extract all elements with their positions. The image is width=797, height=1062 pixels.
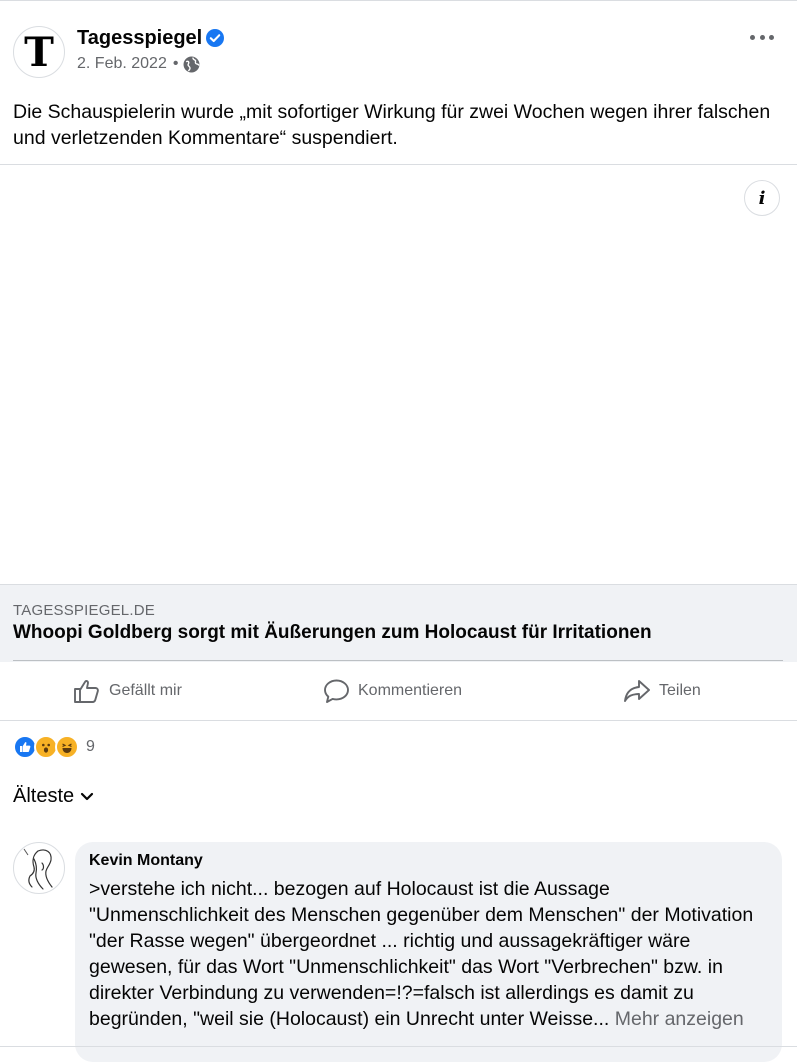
page-name[interactable]: Tagesspiegel xyxy=(77,26,202,50)
comment-text: >verstehe ich nicht... bezogen auf Holoc… xyxy=(89,876,769,1032)
commenter-avatar[interactable] xyxy=(13,842,65,894)
comment-bubble: Kevin Montany >verstehe ich nicht... bez… xyxy=(75,842,782,1062)
chevron-down-icon xyxy=(81,792,94,800)
page-avatar[interactable]: T xyxy=(13,26,65,78)
sketch-portrait-icon xyxy=(23,848,53,890)
verified-badge-icon xyxy=(206,29,224,47)
link-domain: TAGESSPIEGEL.DE xyxy=(13,602,155,619)
reaction-summary[interactable]: 9 xyxy=(13,735,95,759)
comment-icon xyxy=(324,679,349,703)
share-label: Teilen xyxy=(659,681,701,699)
link-preview-image[interactable] xyxy=(0,164,797,585)
share-icon xyxy=(624,679,650,702)
post-meta: 2. Feb. 2022 • xyxy=(77,54,201,74)
meta-separator: • xyxy=(172,55,179,72)
link-card[interactable]: TAGESSPIEGEL.DE Whoopi Goldberg sorgt mi… xyxy=(0,584,797,662)
more-options-button[interactable] xyxy=(750,27,774,47)
like-label: Gefällt mir xyxy=(109,681,182,699)
link-title[interactable]: Whoopi Goldberg sorgt mit Äußerungen zum… xyxy=(13,622,652,644)
action-bar: Gefällt mir Kommentieren Teilen xyxy=(0,661,797,721)
thumbs-up-icon xyxy=(74,679,99,703)
post-text: Die Schauspielerin wurde „mit sofortiger… xyxy=(13,101,771,149)
haha-reaction-icon xyxy=(55,735,79,759)
info-button[interactable]: i xyxy=(744,180,780,216)
bottom-divider xyxy=(0,1046,797,1047)
post-header: T Tagesspiegel 2. Feb. 2022 • xyxy=(0,0,797,90)
dot-icon xyxy=(769,34,774,40)
sort-label: Älteste xyxy=(13,785,75,807)
comment-sort-dropdown[interactable]: Älteste xyxy=(13,785,94,808)
like-button[interactable]: Gefällt mir xyxy=(73,661,182,720)
dot-icon xyxy=(759,34,765,40)
post-date[interactable]: 2. Feb. 2022 xyxy=(77,54,167,74)
share-button[interactable]: Teilen xyxy=(623,661,701,720)
dot-icon xyxy=(750,34,755,40)
globe-icon xyxy=(183,56,201,72)
comment-author[interactable]: Kevin Montany xyxy=(89,852,203,870)
comment-button[interactable]: Kommentieren xyxy=(323,661,462,720)
comment-label: Kommentieren xyxy=(358,681,463,699)
reaction-count: 9 xyxy=(86,738,95,755)
see-more-link[interactable]: Mehr anzeigen xyxy=(615,1008,744,1030)
